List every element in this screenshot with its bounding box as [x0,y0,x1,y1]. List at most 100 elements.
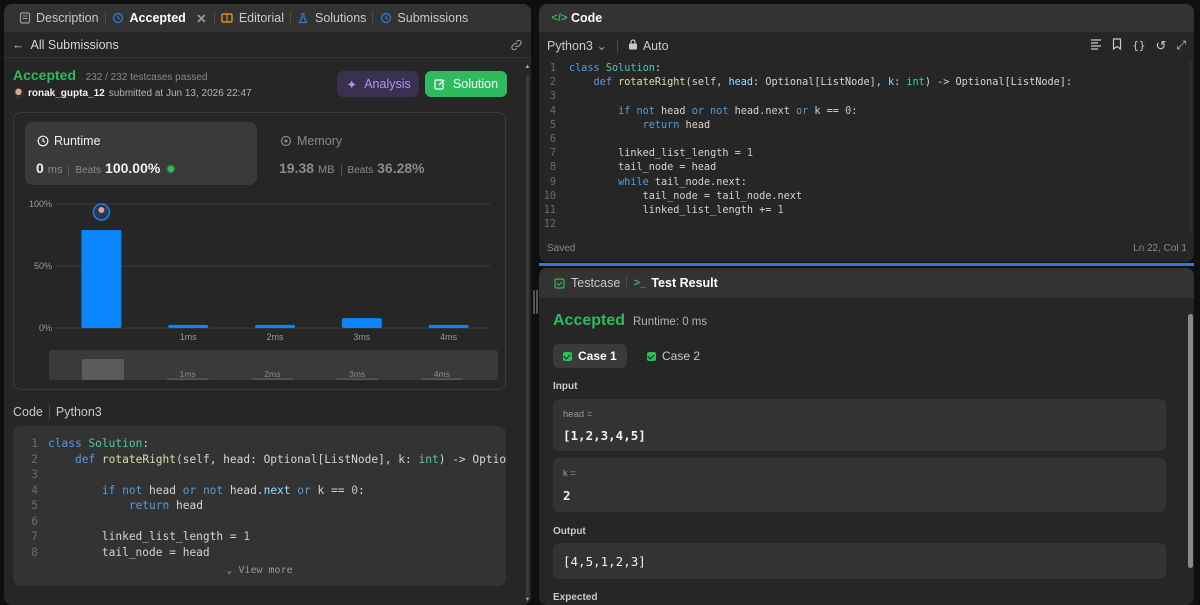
line-number: 6 [31,514,38,528]
line-number: 2 [31,452,38,466]
runtime-card[interactable]: Runtime 0 ms Beats 100.00% ✹ [25,122,257,185]
code-line: 1 class Solution: [539,62,1179,76]
editor-toolbar: Python3 ⌄ Auto {} ↺ ⤢ [539,32,1194,59]
result-panel: Testcase >_ Test Result Accepted Runtime… [539,268,1194,605]
solution-button[interactable]: Solution [425,71,507,97]
line-code: if not head or not head.next or k == 0: [101,483,365,497]
close-icon[interactable]: ✕ [195,12,208,26]
saved-status: Saved [547,243,576,254]
username[interactable]: ronak_gupta_12 [28,88,105,99]
result-runtime: Runtime: 0 ms [633,316,708,328]
navigator-label: 3ms [349,369,365,379]
tab-testcase[interactable]: Testcase [547,269,626,297]
tab-description[interactable]: Description [12,4,105,32]
navigator-bar [82,359,124,380]
tab-submissions[interactable]: Submissions [373,4,474,32]
code-line: 5 return head [13,498,506,514]
language-value: Python3 [547,39,593,53]
navigator-label: 2ms [264,369,280,379]
vertical-splitter[interactable] [533,290,538,314]
tab-code[interactable]: </> Code [547,4,608,32]
code-line: 1 class Solution: [13,436,506,452]
line-number: 4 [549,105,556,117]
performance-stats: Runtime 0 ms Beats 100.00% ✹ Memory 19.3… [13,112,506,390]
horizontal-splitter[interactable] [539,263,1194,266]
status-title: Accepted [13,67,77,83]
memory-card[interactable]: Memory 19.38 MB Beats 36.28% [268,122,500,185]
input-label: Input [553,381,578,392]
line-number: 8 [31,545,38,559]
case-label: Case 1 [578,349,617,363]
code-line: 11 linked_list_length += 1 [539,204,1179,218]
submitted-time: submitted at Jun 13, 2026 22:47 [108,88,252,99]
submitted-code: 1 class Solution: 2 def rotateRight(self, … [13,426,506,586]
result-scrollbar[interactable] [1187,308,1194,605]
braces-icon[interactable]: {} [1132,39,1145,52]
code-line: 4 if not head or not head.next or k == 0… [13,483,506,499]
format-icon[interactable] [1090,38,1102,53]
result-tabbar: Testcase >_ Test Result [539,268,1194,298]
code-line: 4 if not head or not head.next or k == 0… [539,105,1179,119]
beats-label: Beats [340,165,373,176]
all-submissions-link[interactable]: All Submissions [31,38,119,52]
history-icon [112,12,125,25]
line-number: 9 [549,176,556,188]
line-code: if not head or not head.next or k == 0: [618,105,858,117]
chevron-down-icon: ⌄ [226,565,233,576]
left-scrollbar[interactable]: ▲ ▼ [524,62,531,605]
tab-test-result[interactable]: >_ Test Result [627,269,723,297]
line-code: def rotateRight(self, head: Optional[Lis… [74,452,506,466]
language-select[interactable]: Python3 ⌄ [547,38,607,53]
tab-label: Code [571,11,603,25]
line-code: class Solution: [569,63,662,74]
code-editor[interactable]: 1 class Solution: 2 def rotateRight(self, … [539,62,1179,232]
bookmark-icon[interactable] [1112,38,1122,53]
case-2-tab[interactable]: Case 2 [637,344,710,368]
code-panel: </> Code Python3 ⌄ Auto {} ↺ ⤢ 1 class So… [539,4,1194,262]
mode-value: Auto [642,38,669,53]
link-icon[interactable] [510,38,523,51]
terminal-icon: >_ [633,277,647,289]
arrow-left-icon[interactable]: ← [12,38,25,52]
input-name: k = [563,468,576,479]
editor-scrollbar[interactable] [1187,62,1194,232]
tab-solutions[interactable]: Solutions [291,4,372,32]
code-line: 6 [13,514,506,530]
sparkle-icon: ✦ [346,77,357,92]
tab-editorial[interactable]: Editorial [215,4,290,32]
view-more-button[interactable]: ⌄ View more [13,565,506,576]
analysis-button[interactable]: ✦ Analysis [337,71,419,97]
tab-label: Test Result [651,276,718,290]
check-icon [647,351,656,361]
editor-status-bar: Saved Ln 22, Col 1 [547,243,1187,254]
code-line: 6 [539,133,1179,147]
code-label: Code [13,405,43,419]
tab-label: Accepted [129,11,186,25]
expand-icon[interactable]: ⤢ [1176,38,1186,53]
submitted-info: ronak_gupta_12 submitted at Jun 13, 2026… [13,88,252,99]
avatar[interactable] [13,88,24,99]
checkbox-icon [553,277,566,290]
memory-icon [279,135,292,148]
line-code: linked_list_length = 1 [569,148,754,160]
chart-navigator[interactable]: 1ms 2ms 3ms 4ms [49,350,498,380]
y-tick-label: 0% [39,323,52,333]
reset-icon[interactable]: ↺ [1155,38,1166,54]
x-tick-label: 2ms [266,332,284,342]
scroll-down-icon[interactable]: ▼ [524,597,531,603]
line-number: 5 [549,119,556,131]
output-value: [4,5,1,2,3] [563,554,646,569]
scroll-up-icon[interactable]: ▲ [524,64,531,70]
edit-icon [434,78,447,91]
auto-mode[interactable]: Auto [628,39,669,53]
chart-bar [168,324,209,328]
line-code: tail_node = head [48,545,210,559]
tab-label: Editorial [238,11,284,25]
runtime-distribution-chart[interactable]: 100% 50% 0% 1ms 2ms 3ms 4ms [14,195,506,345]
beats-label: Beats [68,165,101,176]
case-1-tab[interactable]: Case 1 [553,344,627,368]
code-line: 10 tail_node = tail_node.next [539,190,1179,204]
memory-value: 19.38 [279,160,315,176]
tab-accepted[interactable]: Accepted ✕ [106,4,214,32]
line-code: return head [128,499,203,512]
